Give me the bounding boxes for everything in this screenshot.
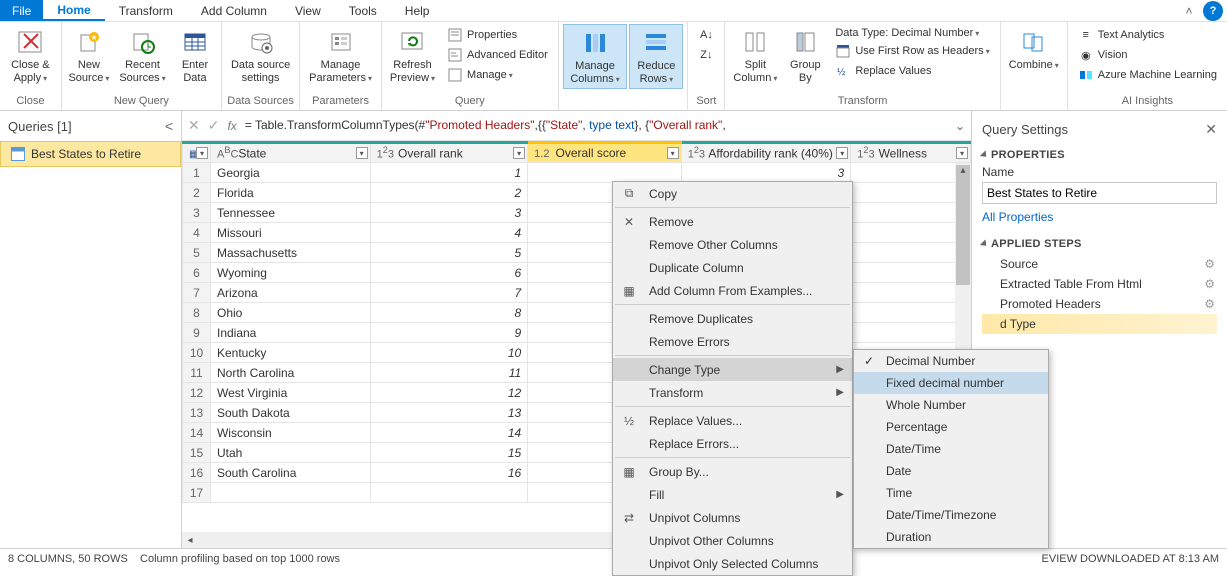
context-menu-item[interactable]: Transform▶ [613,381,852,404]
submenu-item[interactable]: Whole Number [854,394,1048,416]
use-first-row-button[interactable]: Use First Row as Headers [831,42,993,60]
submenu-item[interactable]: Date [854,460,1048,482]
sort-asc-button[interactable]: A↓ [694,26,718,44]
data-type-button[interactable]: Data Type: Decimal Number [831,26,993,40]
manage-button[interactable]: Manage [443,66,552,84]
manage-columns-button[interactable]: Manage Columns [563,24,628,89]
query-name-input[interactable] [982,182,1217,204]
recent-sources-button[interactable]: Recent Sources [114,24,171,87]
applied-step[interactable]: Source⚙ [982,254,1217,274]
copy-icon: ⧉ [619,186,639,201]
replace-icon: ½ [619,414,639,428]
svg-text:★: ★ [90,33,97,42]
commit-formula-icon[interactable]: ✓ [208,117,220,134]
tab-home[interactable]: Home [43,0,104,21]
context-menu-item[interactable]: Replace Errors... [613,432,852,455]
formula-input[interactable]: = Table.TransformColumnTypes(#"Promoted … [245,118,947,133]
tab-help[interactable]: Help [391,0,444,21]
context-menu-item[interactable]: Remove Duplicates [613,307,852,330]
cancel-formula-icon[interactable]: ✕ [188,117,200,134]
query-item[interactable]: Best States to Retire [0,141,181,167]
close-settings-icon[interactable]: ✕ [1205,121,1217,138]
expand-formula-icon[interactable]: ⌄ [955,119,965,133]
tab-transform[interactable]: Transform [105,0,187,21]
sort-desc-button[interactable]: Z↓ [694,46,718,64]
column-header[interactable]: 1.2 Overall score▾ [528,143,682,163]
example-icon: ▦ [619,284,639,298]
fx-icon[interactable]: fx [227,119,236,133]
menubar: File Home Transform Add Column View Tool… [0,0,1227,22]
new-source-button[interactable]: ★New Source [66,24,112,87]
context-menu-item[interactable]: ⧉Copy [613,182,852,205]
file-menu[interactable]: File [0,0,43,21]
submenu-item[interactable]: Duration [854,526,1048,548]
context-menu-item[interactable]: ⇄Unpivot Columns [613,506,852,529]
data-source-settings-button[interactable]: Data source settings [226,24,295,87]
context-menu-item[interactable]: Change Type▶ [613,358,852,381]
context-menu-item[interactable]: Remove Errors [613,330,852,353]
vision-button[interactable]: ◉Vision [1074,46,1221,64]
submenu-item[interactable]: Date/Time/Timezone [854,504,1048,526]
submenu-item[interactable]: Percentage [854,416,1048,438]
table-icon [11,147,25,161]
applied-step[interactable]: Extracted Table From Html⚙ [982,274,1217,294]
submenu-item[interactable]: Date/Time [854,438,1048,460]
replace-values-button[interactable]: ½Replace Values [831,62,993,80]
applied-step[interactable]: Promoted Headers⚙ [982,294,1217,314]
submenu-item[interactable]: Fixed decimal number [854,372,1048,394]
context-menu-item[interactable]: ▦Add Column From Examples... [613,279,852,302]
combine-button[interactable]: Combine [1005,24,1063,74]
help-icon[interactable]: ? [1203,1,1223,21]
gear-icon[interactable]: ⚙ [1204,277,1215,291]
context-menu-item[interactable]: ▦Group By... [613,460,852,483]
gear-icon[interactable]: ⚙ [1204,257,1215,271]
reduce-rows-button[interactable]: Reduce Rows [629,24,683,89]
close-apply-button[interactable]: Close & Apply [4,24,57,87]
tab-view[interactable]: View [281,0,335,21]
context-menu-item[interactable]: Remove Other Columns [613,233,852,256]
svg-text:½: ½ [837,67,846,78]
submenu-item[interactable]: ✓Decimal Number [854,350,1048,372]
collapse-queries-icon[interactable]: < [165,118,173,134]
context-menu-item[interactable]: Fill▶ [613,483,852,506]
enter-data-button[interactable]: Enter Data [173,24,217,87]
name-label: Name [982,165,1217,179]
context-menu-item[interactable]: Unpivot Other Columns [613,529,852,552]
group-by-button[interactable]: Group By [783,24,827,87]
unpivot-icon: ⇄ [619,511,639,525]
split-column-button[interactable]: Split Column [729,24,781,87]
azure-ml-button[interactable]: Azure Machine Learning [1074,66,1221,84]
all-properties-link[interactable]: All Properties [982,210,1053,224]
column-context-menu: ⧉Copy ✕RemoveRemove Other ColumnsDuplicat… [612,181,853,576]
text-analytics-button[interactable]: ≡Text Analytics [1074,26,1221,44]
context-menu-item[interactable]: ✕Remove [613,210,852,233]
manage-parameters-button[interactable]: Manage Parameters [304,24,377,87]
column-header[interactable]: 123 Overall rank▾ [370,143,528,163]
group-icon: ▦ [619,465,639,479]
column-header[interactable]: ABC State▾ [210,143,370,163]
check-icon: ✓ [860,354,878,368]
formula-bar: ✕ ✓ fx = Table.TransformColumnTypes(#"Pr… [182,111,971,141]
submenu-item[interactable]: Time [854,482,1048,504]
context-menu-item[interactable]: ½Replace Values... [613,409,852,432]
remove-icon: ✕ [619,215,639,229]
gear-icon[interactable]: ⚙ [1204,297,1215,311]
context-menu-item[interactable]: Duplicate Column [613,256,852,279]
queries-title: Queries [1] [8,119,72,134]
ribbon: Close & Apply Close ★New Source Recent S… [0,22,1227,111]
change-type-submenu: ✓Decimal NumberFixed decimal numberWhole… [853,349,1049,549]
advanced-editor-button[interactable]: Advanced Editor [443,46,552,64]
refresh-preview-button[interactable]: Refresh Preview [386,24,439,87]
column-header[interactable]: 123 Affordability rank (40%)▾ [681,143,851,163]
applied-step[interactable]: d Type [982,314,1217,334]
column-header[interactable]: 123 Wellness▾ [851,143,971,163]
tab-add-column[interactable]: Add Column [187,0,281,21]
row-selector-header[interactable]: ▦▾ [183,143,211,163]
table-row[interactable]: 1Georgia13 [183,163,971,183]
tab-tools[interactable]: Tools [335,0,391,21]
ribbon-expand-icon[interactable]: ˄ [1179,0,1199,21]
context-menu-item[interactable]: Unpivot Only Selected Columns [613,552,852,575]
properties-button[interactable]: Properties [443,26,552,44]
queries-panel: Queries [1] < Best States to Retire [0,111,182,548]
